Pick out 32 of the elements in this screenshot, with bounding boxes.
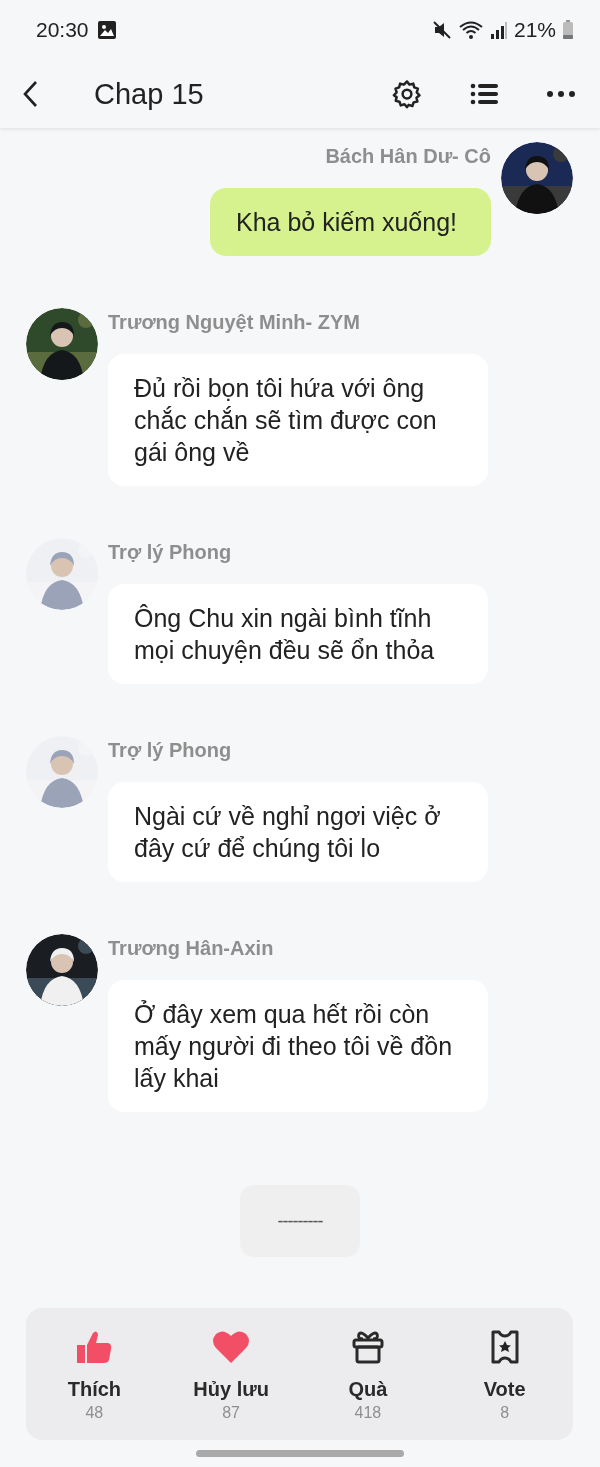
- action-count: 48: [85, 1403, 104, 1423]
- battery-percent: 21%: [513, 18, 556, 42]
- action-label: Vote: [483, 1377, 526, 1402]
- battery-icon: [562, 20, 574, 40]
- more-icon[interactable]: [546, 90, 576, 98]
- chapter-end-marker: ---------: [240, 1185, 360, 1257]
- action-label: Thích: [67, 1377, 122, 1402]
- message-bubble: Đủ rồi bọn tôi hứa với ông chắc chắn sẽ tìm được con gái ông về: [108, 354, 488, 486]
- save-action-button[interactable]: Hủy lưu 87: [162, 1308, 300, 1440]
- gift-action-button[interactable]: Quà 418: [299, 1308, 437, 1440]
- chapter-title: Chap 15: [94, 77, 205, 111]
- sender-name: Trợ lý Phong: [108, 540, 233, 565]
- action-count: 87: [222, 1403, 240, 1423]
- action-label: Hủy lưu: [193, 1377, 269, 1402]
- mute-icon: [431, 20, 452, 40]
- sender-name: Bách Hân Dư- Cô: [325, 144, 491, 169]
- sent-message-bubble: Kha bỏ kiếm xuống!: [210, 188, 491, 256]
- image-icon: [96, 20, 117, 40]
- vote-action-button[interactable]: Vote 8: [436, 1308, 573, 1440]
- sender-name: Trương Hân-Axin: [108, 936, 275, 961]
- like-action-button[interactable]: Thích 48: [26, 1308, 163, 1440]
- wifi-icon: [457, 20, 484, 40]
- message-bubble: Ở đây xem qua hết rồi còn mấy người đi theo tôi về đồn lấy khai: [108, 980, 488, 1112]
- signal-icon: [489, 20, 508, 40]
- message-bubble: Ngài cứ về nghỉ ngơi việc ở đây cứ để chúng tôi lo: [108, 782, 488, 882]
- sender-name: Trợ lý Phong: [108, 738, 233, 763]
- action-count: 8: [500, 1403, 510, 1423]
- action-label: Quà: [348, 1377, 388, 1402]
- clock-time: 20:30: [36, 18, 89, 42]
- action-count: 418: [354, 1403, 382, 1423]
- sender-name: Trương Nguyệt Minh- ZYM: [108, 310, 361, 335]
- message-bubble: Ông Chu xin ngài bình tĩnh mọi chuyện đều sẽ ổn thỏa: [108, 584, 488, 684]
